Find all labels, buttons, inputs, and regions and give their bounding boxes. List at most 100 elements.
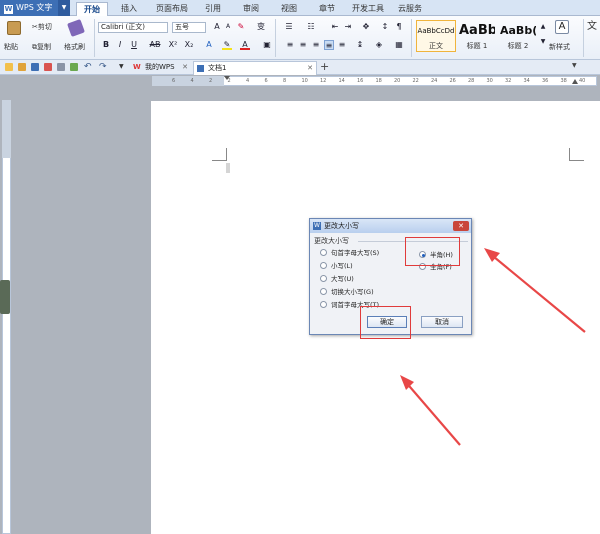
line-spacing-icon[interactable]: ↨ (355, 40, 365, 50)
justify-icon[interactable]: ≡ (324, 40, 334, 50)
print-preview-icon[interactable] (70, 63, 78, 71)
radio-icon[interactable] (320, 249, 327, 256)
char-border-icon[interactable]: ▣ (262, 40, 272, 50)
paste-icon[interactable] (7, 21, 21, 35)
new-tab-button[interactable]: + (320, 60, 329, 73)
cut-button[interactable]: ✂剪切 (32, 22, 52, 32)
group-label: 更改大小写 (314, 237, 349, 245)
text-effect-icon[interactable]: A (204, 40, 214, 50)
radio-icon[interactable] (320, 262, 327, 269)
highlight-icon[interactable]: ✎ (222, 40, 232, 50)
tab-section[interactable]: 章节 (312, 2, 342, 16)
increase-indent-icon[interactable]: ⇥ (343, 22, 353, 32)
chevron-down-icon[interactable]: ▼ (58, 0, 70, 16)
tab-document-1[interactable]: 文档1 ✕ (193, 61, 317, 75)
align-center-icon[interactable]: ≡ (298, 40, 308, 50)
wps-logo-icon: W (4, 5, 13, 14)
print-icon[interactable] (57, 63, 65, 71)
margin-corner-mark (569, 148, 570, 161)
shrink-font-icon[interactable]: A (223, 22, 233, 32)
subscript-icon[interactable]: X₂ (184, 40, 194, 50)
ruler-ticks: 6 4 2 2 4 6 8 10 12 14 16 18 20 22 24 26 28 30 32 34 36 38 40 (152, 78, 597, 86)
new-style-icon[interactable]: A (555, 20, 569, 34)
export-pdf-icon[interactable] (44, 63, 52, 71)
option-lowercase[interactable]: 小写(L) (320, 262, 353, 271)
new-document-icon[interactable] (5, 63, 13, 71)
italic-icon[interactable]: I (115, 40, 125, 50)
tab-insert[interactable]: 插入 (114, 2, 144, 16)
option-toggle-case[interactable]: 切换大小写(G) (320, 288, 374, 297)
style-sample: AaBb( (500, 24, 536, 37)
underline-icon[interactable]: U (129, 40, 139, 50)
ruler-tick-label: 2 (209, 78, 213, 84)
numbering-icon[interactable]: ☷ (306, 22, 316, 32)
radio-icon[interactable] (320, 288, 327, 295)
sort-icon[interactable]: ↕ (380, 22, 390, 32)
margin-corner-mark (212, 160, 227, 161)
show-marks-icon[interactable]: ¶ (394, 22, 404, 32)
tab-review[interactable]: 审阅 (236, 2, 266, 16)
quick-access-dropdown-icon[interactable]: ▼ (119, 63, 124, 70)
tab-my-wps[interactable]: W 我的WPS ✕ (131, 61, 191, 75)
option-uppercase[interactable]: 大写(U) (320, 275, 354, 284)
style-normal[interactable]: AaBbCcDd 正文 (416, 20, 456, 52)
annotation-arrows (400, 248, 586, 446)
radio-icon[interactable] (320, 301, 327, 308)
styles-scroll-icon[interactable]: ▲ (538, 22, 548, 32)
radio-icon[interactable] (320, 275, 327, 282)
new-style-label[interactable]: 新样式 (549, 42, 570, 52)
tab-view[interactable]: 视图 (274, 2, 304, 16)
close-icon[interactable]: ✕ (307, 62, 313, 75)
superscript-icon[interactable]: X² (168, 40, 178, 50)
vertical-ruler[interactable] (2, 100, 11, 534)
format-painter-label[interactable]: 格式刷 (64, 42, 85, 52)
undo-icon[interactable]: ↶ (84, 62, 92, 72)
clear-format-icon[interactable]: ✎ (236, 22, 246, 32)
grow-font-icon[interactable]: A (212, 22, 222, 32)
align-left-icon[interactable]: ≡ (285, 40, 295, 50)
save-icon[interactable] (31, 63, 39, 71)
dialog-titlebar[interactable]: W 更改大小写 ✕ (310, 219, 471, 233)
style-heading-1[interactable]: AaBb 标题 1 (458, 20, 496, 52)
option-sentence-case[interactable]: 句首字母大写(S) (320, 249, 379, 258)
font-name-select[interactable]: Calibri (正文) (98, 22, 168, 33)
ruler-tick-label: 32 (505, 78, 512, 84)
app-menu-button[interactable]: W WPS 文字 ▼ (0, 0, 70, 16)
app-name: WPS 文字 (16, 3, 53, 12)
tab-home[interactable]: 开始 (76, 2, 108, 16)
tab-page-layout[interactable]: 页面布局 (150, 2, 194, 16)
styles-more-icon[interactable]: ▼ (538, 37, 548, 47)
bullets-icon[interactable]: ☰ (284, 22, 294, 32)
ribbon-divider (583, 19, 584, 57)
tab-developer[interactable]: 开发工具 (348, 2, 388, 16)
decrease-indent-icon[interactable]: ⇤ (330, 22, 340, 32)
ruler-margin-top (2, 100, 11, 158)
arrow-to-half-width-icon (484, 248, 586, 333)
close-button[interactable]: ✕ (453, 221, 469, 231)
borders-icon[interactable]: ▦ (394, 40, 404, 50)
strikethrough-icon[interactable]: AB (149, 40, 161, 50)
ruler-tick-label: 4 (190, 78, 194, 84)
tab-cloud[interactable]: 云服务 (394, 2, 426, 16)
paste-label[interactable]: 粘贴 (4, 42, 18, 52)
phonetic-icon[interactable]: 变 (256, 22, 266, 32)
bold-icon[interactable]: B (101, 40, 111, 50)
text-cursor (226, 163, 230, 173)
align-right-icon[interactable]: ≡ (311, 40, 321, 50)
vertical-scroll-thumb[interactable] (0, 280, 10, 314)
open-folder-icon[interactable] (18, 63, 26, 71)
shading-icon[interactable]: ◈ (374, 40, 384, 50)
ruler-tick-label: 40 (579, 78, 586, 84)
tab-references[interactable]: 引用 (198, 2, 228, 16)
ruler-tick-label: 10 (301, 78, 308, 84)
chinese-layout-icon[interactable]: ✥ (361, 22, 371, 32)
distribute-icon[interactable]: ≡ (337, 40, 347, 50)
font-size-select[interactable]: 五号 (172, 22, 206, 33)
style-heading-2[interactable]: AaBb( 标题 2 (499, 20, 537, 52)
copy-button[interactable]: ⧉复制 (32, 42, 51, 52)
redo-icon[interactable]: ↷ (99, 62, 107, 72)
tabs-dropdown-icon[interactable]: ▼ (572, 62, 577, 69)
close-icon[interactable]: ✕ (182, 61, 188, 74)
text-tools-icon[interactable]: 文 (587, 20, 600, 34)
font-color-icon[interactable]: A (240, 40, 250, 50)
